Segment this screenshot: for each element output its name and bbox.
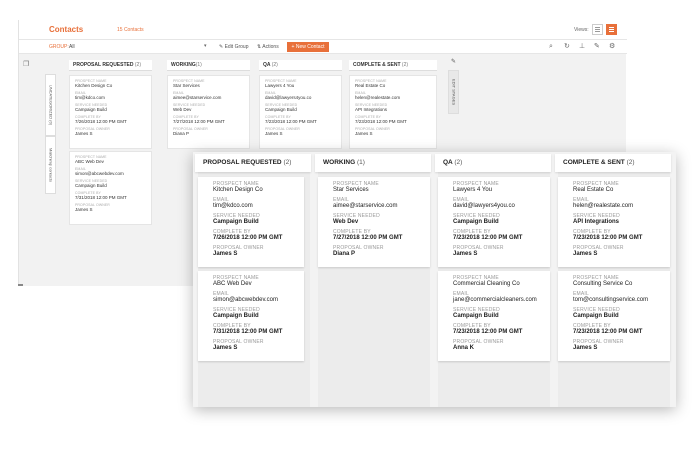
column-header-proposal-requested: PROPOSAL REQUESTED (2)	[195, 154, 311, 172]
service-needed: Campaign Build	[573, 313, 619, 319]
complete-by: 7/23/2018 12:00 PM GMT	[573, 329, 643, 335]
prospect-name: Real Estate Co	[573, 187, 614, 193]
pin-icon[interactable]: ⊥	[579, 43, 585, 50]
group-select[interactable]: All	[69, 44, 75, 50]
contact-card[interactable]: PROSPECT NAME ABC Web Dev EMAIL simon@ab…	[198, 271, 304, 361]
board-zoom-panel: PROPOSAL REQUESTED (2) WORKING (1) QA (2…	[193, 152, 676, 407]
contact-card[interactable]: PROSPECT NAME Lawyers 4 You EMAIL david@…	[259, 75, 342, 149]
tab-label: Mailchimp contacts	[48, 147, 53, 183]
proposal-owner: James S	[573, 251, 598, 257]
email: helen@realestate.com	[573, 203, 634, 209]
column-header: WORKING(1)	[167, 60, 250, 71]
contact-card[interactable]: PROSPECT NAME Real Estate Co EMAIL helen…	[558, 177, 670, 267]
list-view-icon[interactable]	[592, 24, 603, 35]
email: simon@abcwebdev.com	[213, 297, 279, 303]
email: david@lawyers4you.co	[453, 203, 515, 209]
search-icon[interactable]: ⌕	[549, 43, 553, 50]
prospect-name: Star Services	[333, 187, 369, 193]
views-label: Views:	[574, 27, 589, 33]
window-corner-mark	[18, 284, 23, 286]
contact-card[interactable]: PROSPECT NAME Kitchen Design Co EMAIL ti…	[198, 177, 304, 267]
complete-by: 7/23/2018 12:00 PM GMT	[573, 235, 643, 241]
email: tim@kdco.com	[213, 203, 253, 209]
column-header-qa: QA (2)	[435, 154, 551, 172]
tab-mailchimp[interactable]: Mailchimp contacts	[45, 136, 56, 194]
proposal-owner: Diana P	[333, 251, 356, 257]
service-needed: Campaign Build	[453, 219, 499, 225]
gear-icon[interactable]: ⚙	[609, 43, 615, 50]
contact-card[interactable]: PROSPECT NAME Star Services EMAIL aimee@…	[318, 177, 430, 267]
prospect-name: ABC Web Dev	[213, 281, 252, 287]
email: tom@consultingservice.com	[573, 297, 649, 303]
proposal-owner: Anna K	[453, 345, 474, 351]
proposal-owner: James S	[213, 251, 238, 257]
edit-group-button[interactable]: ✎ Edit Group	[219, 44, 248, 50]
column-header: COMPLETE & SENT (2)	[349, 60, 437, 71]
board-view-icon[interactable]	[606, 24, 617, 35]
refresh-icon[interactable]: ↻	[564, 43, 570, 50]
complete-by: 7/27/2018 12:00 PM GMT	[333, 235, 403, 241]
group-label: GROUP:	[49, 44, 69, 50]
proposal-owner: James S	[453, 251, 478, 257]
service-needed: Campaign Build	[213, 313, 259, 319]
app-header: Contacts 15 Contacts Views:	[19, 20, 627, 40]
contact-card[interactable]: PROSPECT NAME Consulting Service Co EMAI…	[558, 271, 670, 361]
complete-by: 7/31/2018 12:00 PM GMT	[213, 329, 283, 335]
toolbar: GROUP: All ▾ ✎ Edit Group ⇅ Actions + Ne…	[19, 40, 627, 54]
contact-card[interactable]: PROSPECT NAME Star Services EMAIL aimee@…	[167, 75, 250, 149]
email: jane@commercialcleaners.com	[453, 297, 537, 303]
contact-card[interactable]: PROSPECT NAME Lawyers 4 You EMAIL david@…	[438, 177, 550, 267]
column-header: PROPOSAL REQUESTED (2)	[69, 60, 152, 71]
edit-stages-tab[interactable]: EDIT STAGES	[448, 70, 459, 114]
tab-label: UNCATEGORIZED (0)	[48, 84, 53, 126]
tab-uncategorized[interactable]: UNCATEGORIZED (0)	[45, 74, 56, 136]
complete-by: 7/23/2018 12:00 PM GMT	[453, 329, 523, 335]
contact-card[interactable]: PROSPECT NAME Real Estate Co EMAIL helen…	[349, 75, 437, 149]
service-needed: API Integrations	[573, 219, 620, 225]
actions-button[interactable]: ⇅ Actions	[257, 44, 279, 50]
prospect-name: Commercial Cleaning Co	[453, 281, 520, 287]
page-title: Contacts	[49, 25, 84, 34]
proposal-owner: James S	[213, 345, 238, 351]
column-header-complete-sent: COMPLETE & SENT (2)	[555, 154, 671, 172]
sidebar-toggle-icon[interactable]: ❐	[23, 60, 29, 68]
contact-card[interactable]: PROSPECT NAME ABC Web Dev EMAIL simon@ab…	[69, 151, 152, 225]
proposal-owner: James S	[573, 345, 598, 351]
service-needed: Campaign Build	[453, 313, 499, 319]
complete-by: 7/23/2018 12:00 PM GMT	[453, 235, 523, 241]
service-needed: Campaign Build	[213, 219, 259, 225]
prospect-name: Kitchen Design Co	[213, 187, 263, 193]
complete-by: 7/26/2018 12:00 PM GMT	[213, 235, 283, 241]
email: aimee@starservice.com	[333, 203, 398, 209]
contact-card[interactable]: PROSPECT NAME Kitchen Design Co EMAIL ti…	[69, 75, 152, 149]
pencil-icon[interactable]: ✎	[594, 43, 600, 50]
contact-card[interactable]: PROSPECT NAME Commercial Cleaning Co EMA…	[438, 271, 550, 361]
chevron-down-icon[interactable]: ▾	[204, 43, 207, 49]
column-header: QA (2)	[259, 60, 342, 71]
contact-count: 15 Contacts	[117, 27, 144, 33]
column-header-working: WORKING (1)	[315, 154, 431, 172]
prospect-name: Consulting Service Co	[573, 281, 633, 287]
tab-label: EDIT STAGES	[451, 78, 456, 106]
service-needed: Web Dev	[333, 219, 359, 225]
prospect-name: Lawyers 4 You	[453, 187, 493, 193]
new-contact-button[interactable]: + New Contact	[287, 42, 329, 52]
pencil-icon[interactable]: ✎	[451, 58, 456, 65]
